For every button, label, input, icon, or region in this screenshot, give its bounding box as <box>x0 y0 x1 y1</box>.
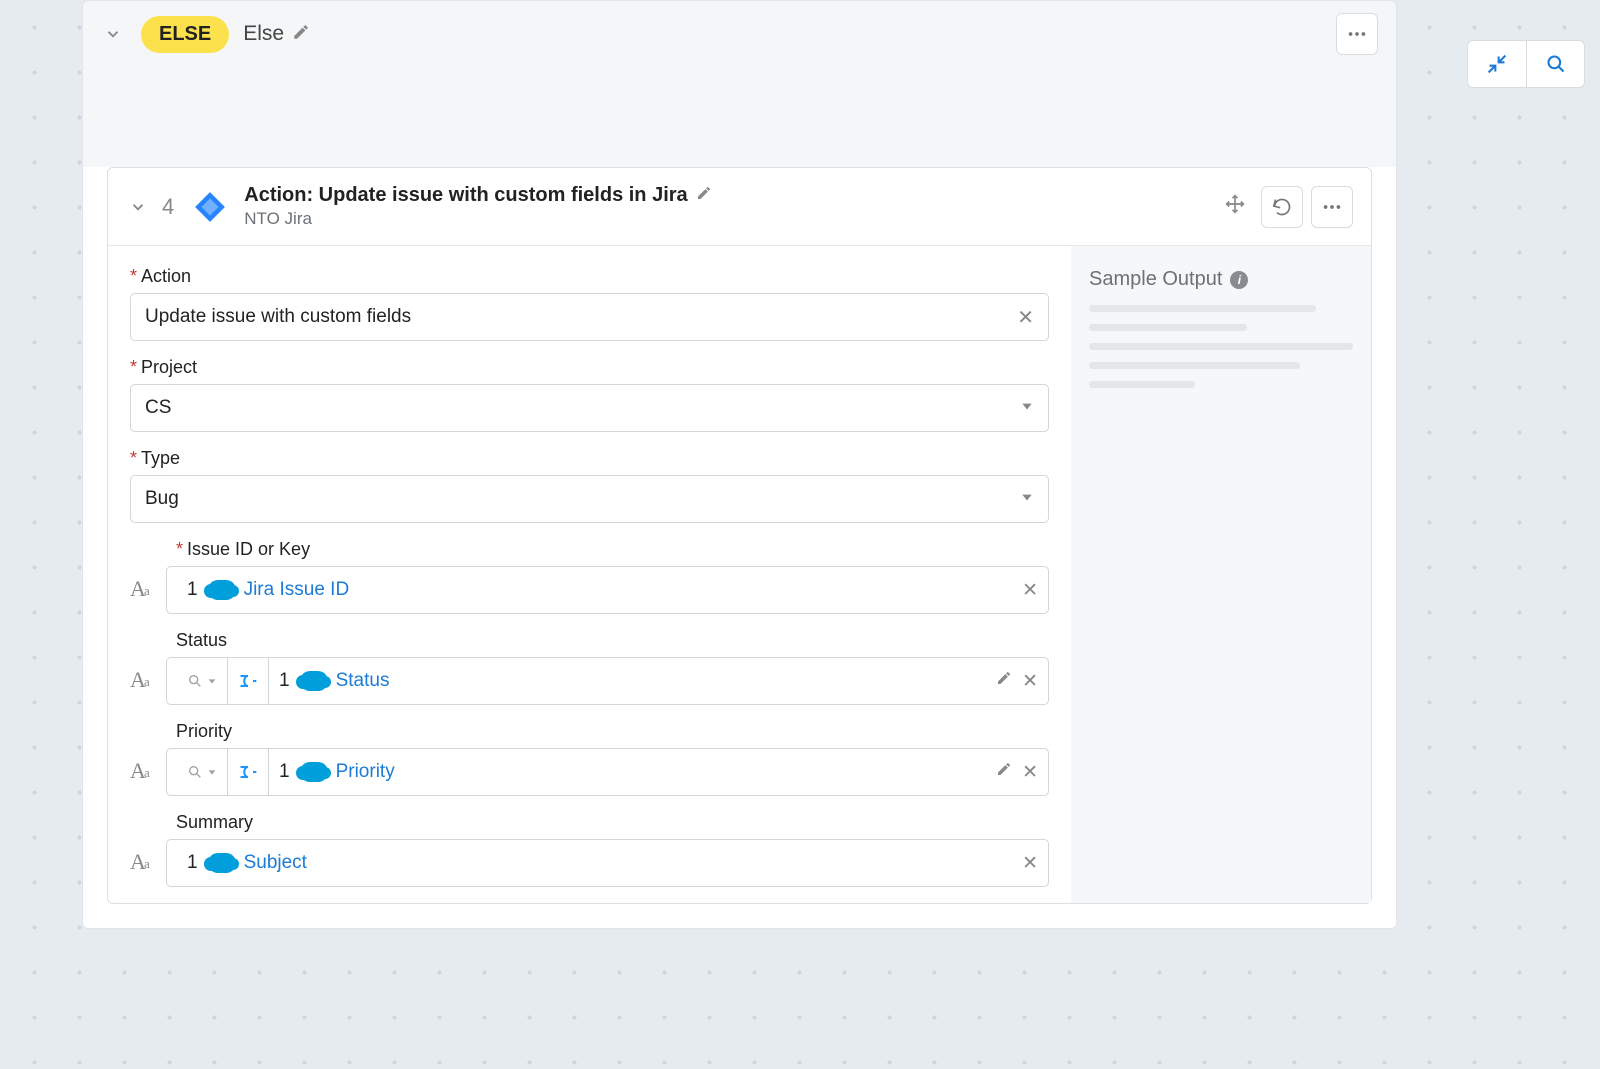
skeleton-line <box>1089 305 1316 312</box>
salesforce-icon <box>300 671 328 691</box>
action-title: Action: Update issue with custom fields … <box>244 184 687 207</box>
refresh-icon <box>1272 197 1292 217</box>
salesforce-icon <box>208 580 236 600</box>
edit-pill[interactable] <box>996 761 1012 784</box>
action-step-card: 4 Action: Update issue with custom field… <box>107 167 1372 904</box>
info-icon[interactable]: i <box>1230 271 1248 289</box>
skeleton-line <box>1089 362 1300 369</box>
project-field-label: *Project <box>130 357 1049 378</box>
mapped-field-label: Status <box>130 630 1049 651</box>
collapse-canvas-button[interactable] <box>1468 41 1526 87</box>
else-header: ELSE Else <box>83 1 1396 67</box>
step-number: 4 <box>162 194 174 220</box>
canvas-controls <box>1467 40 1585 88</box>
salesforce-icon <box>208 853 236 873</box>
clear-pill[interactable]: ✕ <box>1022 852 1038 875</box>
collapse-else-toggle[interactable] <box>101 22 125 46</box>
action-field-input[interactable]: Update issue with custom fields ✕ <box>130 293 1049 341</box>
else-more-menu[interactable] <box>1336 13 1378 55</box>
dots-horizontal-icon <box>1321 196 1343 218</box>
edit-else-label[interactable] <box>292 23 310 46</box>
action-form: *Action Update issue with custom fields … <box>108 246 1071 903</box>
mapped-field-label: Priority <box>130 721 1049 742</box>
move-icon <box>1225 194 1245 214</box>
pill-value: Priority <box>336 761 395 783</box>
mapped-field-input[interactable]: 1 Priority ✕ <box>166 748 1049 796</box>
pill-step-ref: 1 <box>279 761 290 783</box>
branch-icon <box>228 658 269 704</box>
skeleton-line <box>1089 343 1353 350</box>
mapped-field-input[interactable]: 1 Jira Issue ID ✕ <box>166 566 1049 614</box>
pencil-icon <box>996 670 1012 686</box>
clear-pill[interactable]: ✕ <box>1022 761 1038 784</box>
pill-step-ref: 1 <box>187 579 198 601</box>
move-step-handle[interactable] <box>1225 194 1245 220</box>
clear-action-field[interactable]: ✕ <box>1017 305 1034 330</box>
search-canvas-button[interactable] <box>1526 41 1584 87</box>
search-icon <box>1546 54 1566 74</box>
skeleton-line <box>1089 381 1195 388</box>
jira-icon <box>192 189 228 225</box>
chevron-down-icon <box>104 25 122 43</box>
search-icon <box>187 764 203 780</box>
mapped-field-input[interactable]: 1 Subject ✕ <box>166 839 1049 887</box>
pill-value: Jira Issue ID <box>244 579 350 601</box>
formula-picker[interactable] <box>177 658 228 704</box>
sample-output-panel: Sample Output i <box>1071 246 1371 903</box>
pencil-icon <box>292 23 310 41</box>
branch-icon <box>228 749 269 795</box>
search-icon <box>187 673 203 689</box>
clear-pill[interactable]: ✕ <box>1022 579 1038 602</box>
mapped-field-label: Summary <box>130 812 1049 833</box>
text-type-icon: A <box>130 849 158 875</box>
caret-down-icon <box>207 767 217 777</box>
else-label: Else <box>243 22 284 46</box>
pill-value: Subject <box>244 852 307 874</box>
clear-pill[interactable]: ✕ <box>1022 670 1038 693</box>
sample-output-title: Sample Output <box>1089 268 1222 291</box>
action-step-header: 4 Action: Update issue with custom field… <box>108 168 1371 246</box>
dots-horizontal-icon <box>1346 23 1368 45</box>
text-type-icon: A <box>130 576 158 602</box>
caret-down-icon <box>207 676 217 686</box>
skeleton-line <box>1089 324 1247 331</box>
type-value: Bug <box>145 488 179 510</box>
salesforce-icon <box>300 762 328 782</box>
mapped-field-input[interactable]: 1 Status ✕ <box>166 657 1049 705</box>
pill-step-ref: 1 <box>279 670 290 692</box>
pill-value: Status <box>336 670 390 692</box>
refresh-step-button[interactable] <box>1261 186 1303 228</box>
pencil-icon <box>996 761 1012 777</box>
type-select[interactable]: Bug <box>130 475 1049 523</box>
action-field-value: Update issue with custom fields <box>145 306 411 328</box>
pill-step-ref: 1 <box>187 852 198 874</box>
edit-action-title[interactable] <box>696 184 712 207</box>
action-more-menu[interactable] <box>1311 186 1353 228</box>
chevron-down-icon <box>129 198 147 216</box>
pencil-icon <box>696 185 712 201</box>
formula-picker[interactable] <box>177 749 228 795</box>
caret-down-icon <box>1020 488 1034 510</box>
collapse-action-toggle[interactable] <box>126 195 150 219</box>
project-value: CS <box>145 397 171 419</box>
flow-card: ELSE Else + 4 Action: Update i <box>82 0 1397 929</box>
mapped-field-label: *Issue ID or Key <box>130 539 1049 560</box>
project-select[interactable]: CS <box>130 384 1049 432</box>
caret-down-icon <box>1020 397 1034 419</box>
text-type-icon: A <box>130 758 158 784</box>
edit-pill[interactable] <box>996 670 1012 693</box>
text-type-icon: A <box>130 667 158 693</box>
action-subtitle: NTO Jira <box>244 209 711 229</box>
else-badge: ELSE <box>141 16 229 53</box>
action-field-label: *Action <box>130 266 1049 287</box>
type-field-label: *Type <box>130 448 1049 469</box>
collapse-icon <box>1487 54 1507 74</box>
